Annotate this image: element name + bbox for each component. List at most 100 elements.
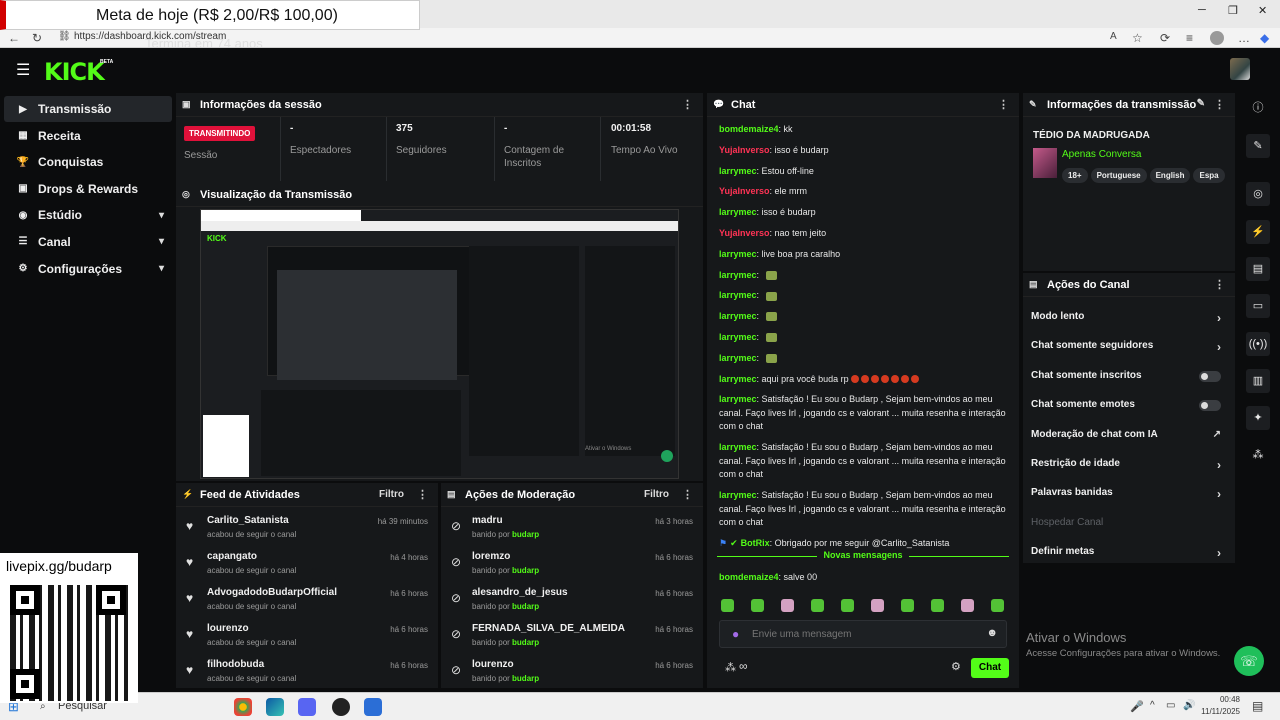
channel-action-row[interactable]: Chat somente inscritos xyxy=(1031,370,1221,390)
more-icon[interactable]: … xyxy=(1238,31,1250,45)
app-icon[interactable] xyxy=(364,698,382,716)
chat-username[interactable]: larrymec xyxy=(719,394,757,404)
tag-chip[interactable]: Portuguese xyxy=(1090,168,1147,183)
chat-input[interactable] xyxy=(752,626,972,642)
close-icon[interactable]: ✕ xyxy=(1258,4,1267,17)
emote-icon[interactable] xyxy=(991,599,1004,612)
site-info-icon[interactable]: ⛓ xyxy=(58,31,71,42)
chat-username[interactable]: larrymec xyxy=(719,249,757,259)
banned-username[interactable]: FERNADA_SILVA_DE_ALMEIDA xyxy=(472,623,625,634)
moderator-name[interactable]: budarp xyxy=(512,674,539,683)
emote-icon[interactable] xyxy=(931,599,944,612)
channel-action-row[interactable]: Definir metas › xyxy=(1031,546,1221,566)
sidebar-item-canal[interactable]: ☰ Canal ▾ xyxy=(4,229,172,255)
sidebar-item-drops[interactable]: ▣ Drops & Rewards xyxy=(4,176,172,202)
emote-icon[interactable] xyxy=(901,599,914,612)
moderator-name[interactable]: budarp xyxy=(512,638,539,647)
moderation-icon[interactable]: ▥ xyxy=(1246,369,1270,393)
emote-icon[interactable] xyxy=(841,599,854,612)
channel-action-row[interactable]: Hospedar Canal xyxy=(1031,517,1221,537)
microphone-icon[interactable]: ● xyxy=(732,627,739,641)
minimize-icon[interactable]: ─ xyxy=(1198,4,1206,16)
menu-icon[interactable]: ☰ xyxy=(16,60,30,80)
moderation-row[interactable]: ⊘ lourenzo banido por budarp há 6 horas xyxy=(441,655,703,691)
chat-username[interactable]: YujaInverso xyxy=(719,145,770,155)
tag-chip[interactable]: Espa xyxy=(1193,168,1225,183)
channel-action-row[interactable]: Palavras banidas › xyxy=(1031,487,1221,507)
info-icon[interactable]: ⓘ xyxy=(1246,96,1270,120)
chat-username[interactable]: larrymec xyxy=(719,311,757,321)
feed-username[interactable]: lourenzo xyxy=(207,623,249,634)
more-vertical-icon[interactable]: ⋮ xyxy=(1214,278,1225,291)
feed-username[interactable]: filhodobuda xyxy=(207,659,264,670)
preview-icon[interactable]: ◎ xyxy=(1246,182,1270,206)
category-thumbnail[interactable] xyxy=(1033,148,1057,178)
channel-action-row[interactable]: Moderação de chat com IA ↗ xyxy=(1031,429,1221,449)
kick-drops-icon[interactable]: ⁂ xyxy=(1246,443,1270,467)
edit-button[interactable]: ✎ xyxy=(1197,98,1205,109)
sidebar-item-estudio[interactable]: ◉ Estúdio ▾ xyxy=(4,202,172,228)
broadcast-icon[interactable]: ((•)) xyxy=(1246,332,1270,356)
chrome-icon[interactable] xyxy=(234,698,252,716)
support-icon[interactable]: ☏ xyxy=(1234,646,1264,676)
moderator-name[interactable]: budarp xyxy=(512,530,539,539)
favorites-bar-icon[interactable]: ≡ xyxy=(1186,31,1193,45)
avatar[interactable] xyxy=(1230,58,1250,80)
edge-icon[interactable] xyxy=(266,698,284,716)
profile-icon[interactable] xyxy=(1210,31,1224,45)
feed-row[interactable]: ♥ capangato acabou de seguir o canal há 4 h… xyxy=(176,547,438,583)
emote-icon[interactable] xyxy=(871,599,884,612)
chat-username[interactable]: BotRix xyxy=(741,538,770,548)
reload-icon[interactable]: ↻ xyxy=(32,31,42,45)
chat-icon[interactable]: ▭ xyxy=(1246,294,1270,318)
emote-icon[interactable] xyxy=(781,599,794,612)
notifications-icon[interactable]: ▤ xyxy=(1252,699,1263,713)
discord-icon[interactable] xyxy=(298,698,316,716)
emote-icon[interactable] xyxy=(751,599,764,612)
chat-username[interactable]: bomdemaize4 xyxy=(719,572,779,582)
chat-username[interactable]: YujaInverso xyxy=(719,228,770,238)
taskbar-date[interactable]: 11/11/2025 xyxy=(1196,707,1240,716)
back-icon[interactable]: ← xyxy=(8,31,20,45)
tag-chip[interactable]: English xyxy=(1149,168,1191,183)
emote-icon[interactable] xyxy=(961,599,974,612)
feed-row[interactable]: ♥ lourenzo acabou de seguir o canal há 6 ho… xyxy=(176,619,438,655)
more-vertical-icon[interactable]: ⋮ xyxy=(1214,98,1225,111)
read-aloud-icon[interactable]: A xyxy=(1110,31,1117,42)
emote-icon[interactable] xyxy=(721,599,734,612)
channel-action-row[interactable]: Modo lento › xyxy=(1031,311,1221,331)
bolt-icon[interactable]: ⚡ xyxy=(1246,220,1270,244)
copilot-icon[interactable]: ◆ xyxy=(1260,31,1269,45)
emote-icon[interactable] xyxy=(811,599,824,612)
toggle-switch[interactable] xyxy=(1199,370,1221,382)
chat-username[interactable]: larrymec xyxy=(719,290,757,300)
maximize-icon[interactable]: ❐ xyxy=(1228,4,1238,17)
chat-username[interactable]: larrymec xyxy=(719,374,757,384)
moderation-row[interactable]: ⊘ alesandro_de_jesus banido por budarp há 6… xyxy=(441,583,703,619)
stream-video[interactable]: KICK Ativar o Windows xyxy=(200,209,679,479)
banned-username[interactable]: lourenzo xyxy=(472,659,514,670)
toggle-switch[interactable] xyxy=(1199,400,1221,412)
feed-row[interactable]: ♥ AdvogadodoBudarpOfficial acabou de segui… xyxy=(176,583,438,619)
channel-action-row[interactable]: Chat somente emotes xyxy=(1031,399,1221,419)
chat-username[interactable]: YujaInverso xyxy=(719,186,770,196)
more-vertical-icon[interactable]: ⋮ xyxy=(417,488,428,501)
sidebar-item-receita[interactable]: ▦ Receita xyxy=(4,123,172,149)
tray-chevron-icon[interactable]: ^ xyxy=(1150,700,1155,711)
channel-action-row[interactable]: Chat somente seguidores › xyxy=(1031,340,1221,360)
extensions-icon[interactable]: ⟳ xyxy=(1160,31,1170,45)
banned-username[interactable]: alesandro_de_jesus xyxy=(472,587,568,598)
moderator-name[interactable]: budarp xyxy=(512,566,539,575)
chat-username[interactable]: larrymec xyxy=(719,207,757,217)
moderator-name[interactable]: budarp xyxy=(512,602,539,611)
feed-row[interactable]: ♥ filhodobuda acabou de seguir o canal há 6… xyxy=(176,655,438,691)
kick-drops-icon[interactable]: ⁂ xyxy=(725,661,736,674)
more-vertical-icon[interactable]: ⋮ xyxy=(682,488,693,501)
volume-icon[interactable]: 🔊 xyxy=(1183,700,1195,711)
sidebar-item-transmissao[interactable]: ▶ Transmissão xyxy=(4,96,172,122)
chat-username[interactable]: larrymec xyxy=(719,442,757,452)
category-link[interactable]: Apenas Conversa xyxy=(1062,149,1142,160)
feed-username[interactable]: AdvogadodoBudarpOfficial xyxy=(207,587,337,598)
network-icon[interactable]: ▭ xyxy=(1166,700,1175,711)
sidebar-item-configuracoes[interactable]: ⚙ Configurações ▾ xyxy=(4,256,172,282)
